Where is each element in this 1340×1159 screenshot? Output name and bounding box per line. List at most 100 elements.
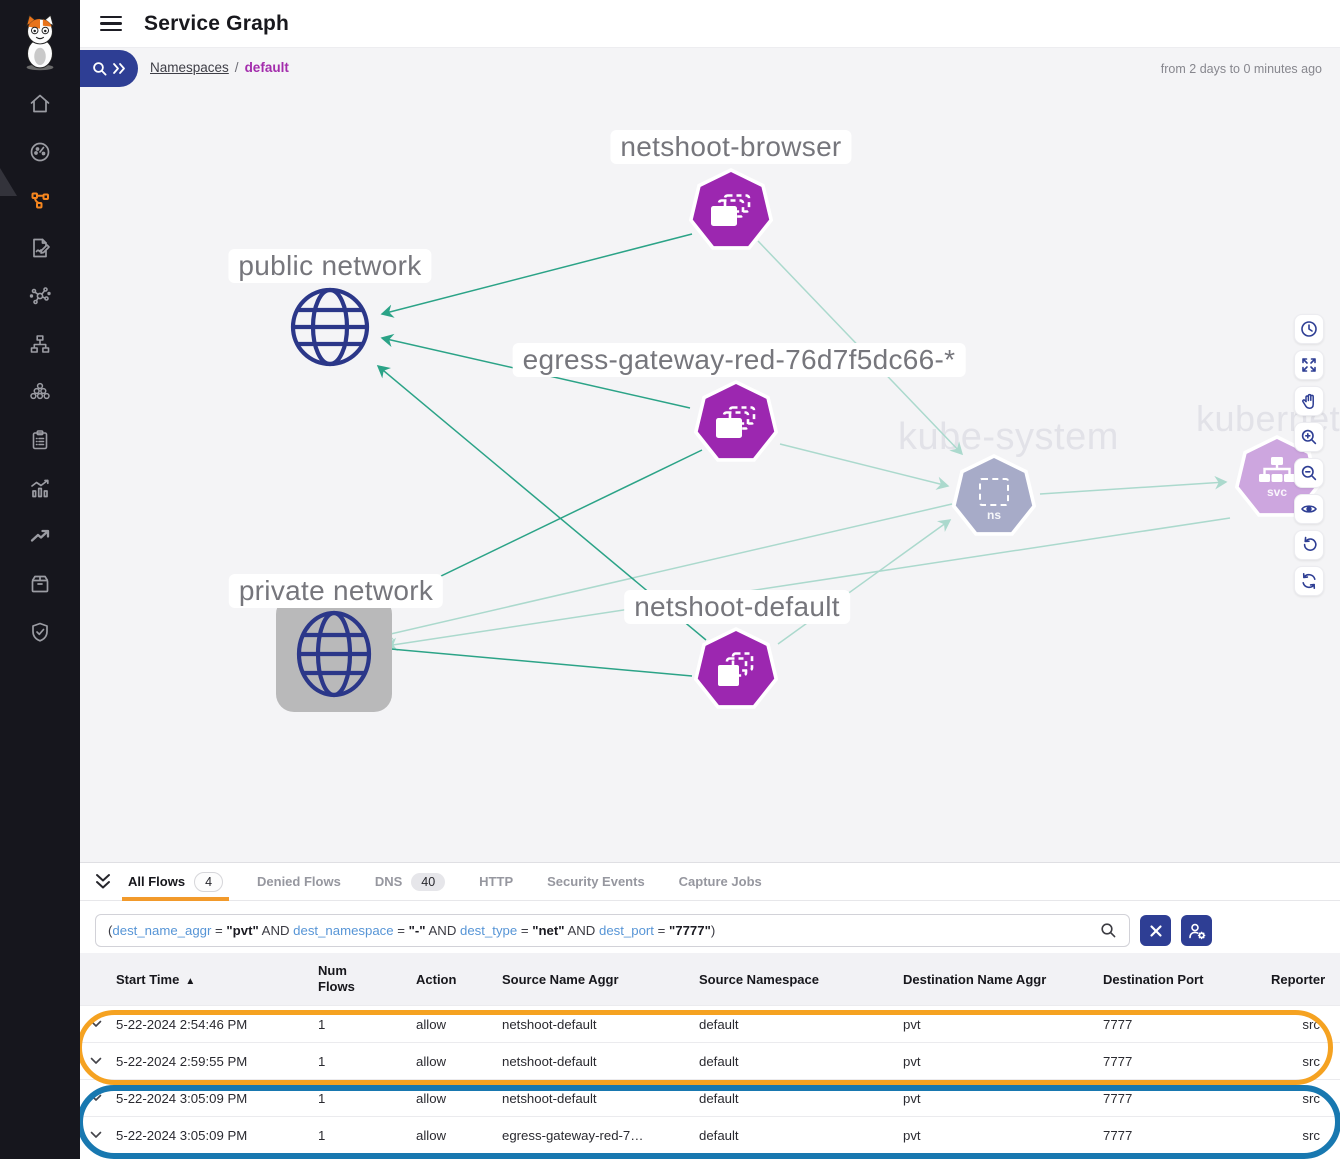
visibility-button[interactable] <box>1294 494 1324 524</box>
cell-start-time: 5-22-2024 3:05:09 PM <box>116 1091 318 1106</box>
sidebar-item-service-graph[interactable] <box>0 176 80 224</box>
table-row[interactable]: 5-22-2024 2:59:55 PM 1 allow netshoot-de… <box>80 1042 1340 1079</box>
table-row[interactable]: 5-22-2024 3:05:09 PM 1 allow netshoot-de… <box>80 1079 1340 1116</box>
col-dest-name-aggr[interactable]: Destination Name Aggr <box>903 972 1103 987</box>
flow-filter-input[interactable]: (dest_name_aggr = "pvt" AND dest_namespa… <box>95 914 1130 947</box>
cell-dest-port: 7777 <box>1103 1017 1271 1032</box>
time-range-label: from 2 days to 0 minutes ago <box>1161 62 1322 76</box>
fit-screen-button[interactable] <box>1294 350 1324 380</box>
sort-asc-icon: ▲ <box>185 976 195 987</box>
cell-dest-name-aggr: pvt <box>903 1054 1103 1069</box>
col-source-namespace[interactable]: Source Namespace <box>699 972 903 987</box>
sidebar-item-clusters[interactable] <box>0 368 80 416</box>
sidebar-item-topology[interactable] <box>0 320 80 368</box>
cell-action: allow <box>416 1128 502 1143</box>
refresh-button[interactable] <box>1294 566 1324 596</box>
fit-screen-icon <box>1300 356 1318 374</box>
sidebar-item-reports[interactable] <box>0 464 80 512</box>
zoom-out-icon <box>1300 464 1318 482</box>
collapse-panel-button[interactable] <box>94 873 112 890</box>
table-row[interactable]: 5-22-2024 2:54:46 PM 1 allow netshoot-de… <box>80 1005 1340 1042</box>
app-header: Service Graph <box>80 0 1340 48</box>
cell-source-namespace: default <box>699 1054 903 1069</box>
policy-document-icon <box>28 236 52 260</box>
zoom-in-button[interactable] <box>1294 422 1324 452</box>
hamburger-menu-button[interactable] <box>96 12 126 36</box>
col-start-time[interactable]: Start Time▲ <box>116 972 318 987</box>
time-settings-button[interactable] <box>1294 314 1324 344</box>
chevron-down-icon <box>90 1131 102 1139</box>
col-action[interactable]: Action <box>416 972 502 987</box>
search-icon <box>92 61 108 77</box>
clear-filter-button[interactable] <box>1140 915 1171 946</box>
node-label-public-network[interactable]: public network <box>228 249 431 283</box>
sidebar-item-compliance[interactable] <box>0 416 80 464</box>
chevron-down-icon <box>90 1057 102 1065</box>
cell-num-flows: 1 <box>318 1054 416 1069</box>
replicaset-icon <box>716 652 756 688</box>
user-settings-button[interactable] <box>1181 915 1212 946</box>
sidebar-item-security[interactable] <box>0 608 80 656</box>
cell-dest-port: 7777 <box>1103 1091 1271 1106</box>
tab-dns[interactable]: DNS 40 <box>375 863 445 901</box>
row-expand-chevron[interactable] <box>90 1057 116 1065</box>
cell-start-time: 5-22-2024 2:54:46 PM <box>116 1017 318 1032</box>
table-row[interactable]: 5-22-2024 3:05:09 PM 1 allow egress-gate… <box>80 1116 1340 1153</box>
cat-mascot-icon <box>17 13 63 71</box>
col-source-name-aggr[interactable]: Source Name Aggr <box>502 972 699 987</box>
cell-reporter: src <box>1271 1091 1324 1106</box>
sidebar-item-home[interactable] <box>0 80 80 128</box>
zoom-out-button[interactable] <box>1294 458 1324 488</box>
dashboard-gauge-icon <box>28 140 52 164</box>
graph-node-private-network[interactable] <box>276 596 392 712</box>
col-num-flows[interactable]: Num Flows <box>318 963 366 996</box>
col-dest-port[interactable]: Destination Port <box>1103 972 1271 987</box>
cell-dest-name-aggr: pvt <box>903 1128 1103 1143</box>
row-expand-chevron[interactable] <box>90 1020 116 1028</box>
sidebar-item-network-sets[interactable] <box>0 272 80 320</box>
node-label-private-network[interactable]: private network <box>229 574 443 608</box>
tab-denied-flows[interactable]: Denied Flows <box>257 863 341 901</box>
undo-button[interactable] <box>1294 530 1324 560</box>
calico-cat-logo[interactable] <box>0 0 80 84</box>
col-reporter[interactable]: Reporter <box>1271 972 1329 987</box>
cell-source-namespace: default <box>699 1091 903 1106</box>
tab-security-events[interactable]: Security Events <box>547 863 645 901</box>
sidebar-item-policies[interactable] <box>0 224 80 272</box>
namespace-icon <box>979 478 1009 506</box>
service-graph-canvas[interactable]: Namespaces/default from 2 days to 0 minu… <box>80 48 1340 862</box>
node-label-netshoot-browser[interactable]: netshoot-browser <box>610 130 851 164</box>
sidebar-item-trends[interactable] <box>0 512 80 560</box>
page-title: Service Graph <box>144 12 289 36</box>
graph-search-pill[interactable] <box>80 50 138 87</box>
cell-source-name-aggr: egress-gateway-red-7… <box>502 1128 699 1143</box>
tab-capture-jobs[interactable]: Capture Jobs <box>679 863 762 901</box>
cell-num-flows: 1 <box>318 1017 416 1032</box>
graph-node-public-network[interactable] <box>288 285 372 374</box>
sidebar-item-dashboard[interactable] <box>0 128 80 176</box>
graph-topbar: Namespaces/default from 2 days to 0 minu… <box>80 48 1340 92</box>
home-icon <box>28 92 52 116</box>
tab-all-flows[interactable]: All Flows 4 <box>128 863 223 901</box>
pan-hand-icon <box>1300 392 1318 410</box>
flows-tabs: All Flows 4 Denied Flows DNS 40 HTTP Sec… <box>80 863 1340 901</box>
sidebar-item-packages[interactable] <box>0 560 80 608</box>
sidebar <box>0 0 80 1159</box>
node-label-egress-gateway[interactable]: egress-gateway-red-76d7f5dc66-* <box>513 343 966 377</box>
breadcrumb-namespaces-link[interactable]: Namespaces <box>150 60 229 75</box>
tab-label: Denied Flows <box>257 874 341 889</box>
cell-source-namespace: default <box>699 1017 903 1032</box>
node-label-netshoot-default[interactable]: netshoot-default <box>624 590 850 624</box>
tab-badge: 40 <box>411 873 445 891</box>
graph-edges <box>80 48 1340 862</box>
flow-filter-row: (dest_name_aggr = "pvt" AND dest_namespa… <box>80 901 1340 947</box>
cell-start-time: 5-22-2024 2:59:55 PM <box>116 1054 318 1069</box>
cell-source-name-aggr: netshoot-default <box>502 1054 699 1069</box>
row-expand-chevron[interactable] <box>90 1094 116 1102</box>
tab-http[interactable]: HTTP <box>479 863 513 901</box>
cell-dest-port: 7777 <box>1103 1128 1271 1143</box>
row-expand-chevron[interactable] <box>90 1131 116 1139</box>
cell-action: allow <box>416 1054 502 1069</box>
pan-button[interactable] <box>1294 386 1324 416</box>
trend-arrow-icon <box>28 524 52 548</box>
